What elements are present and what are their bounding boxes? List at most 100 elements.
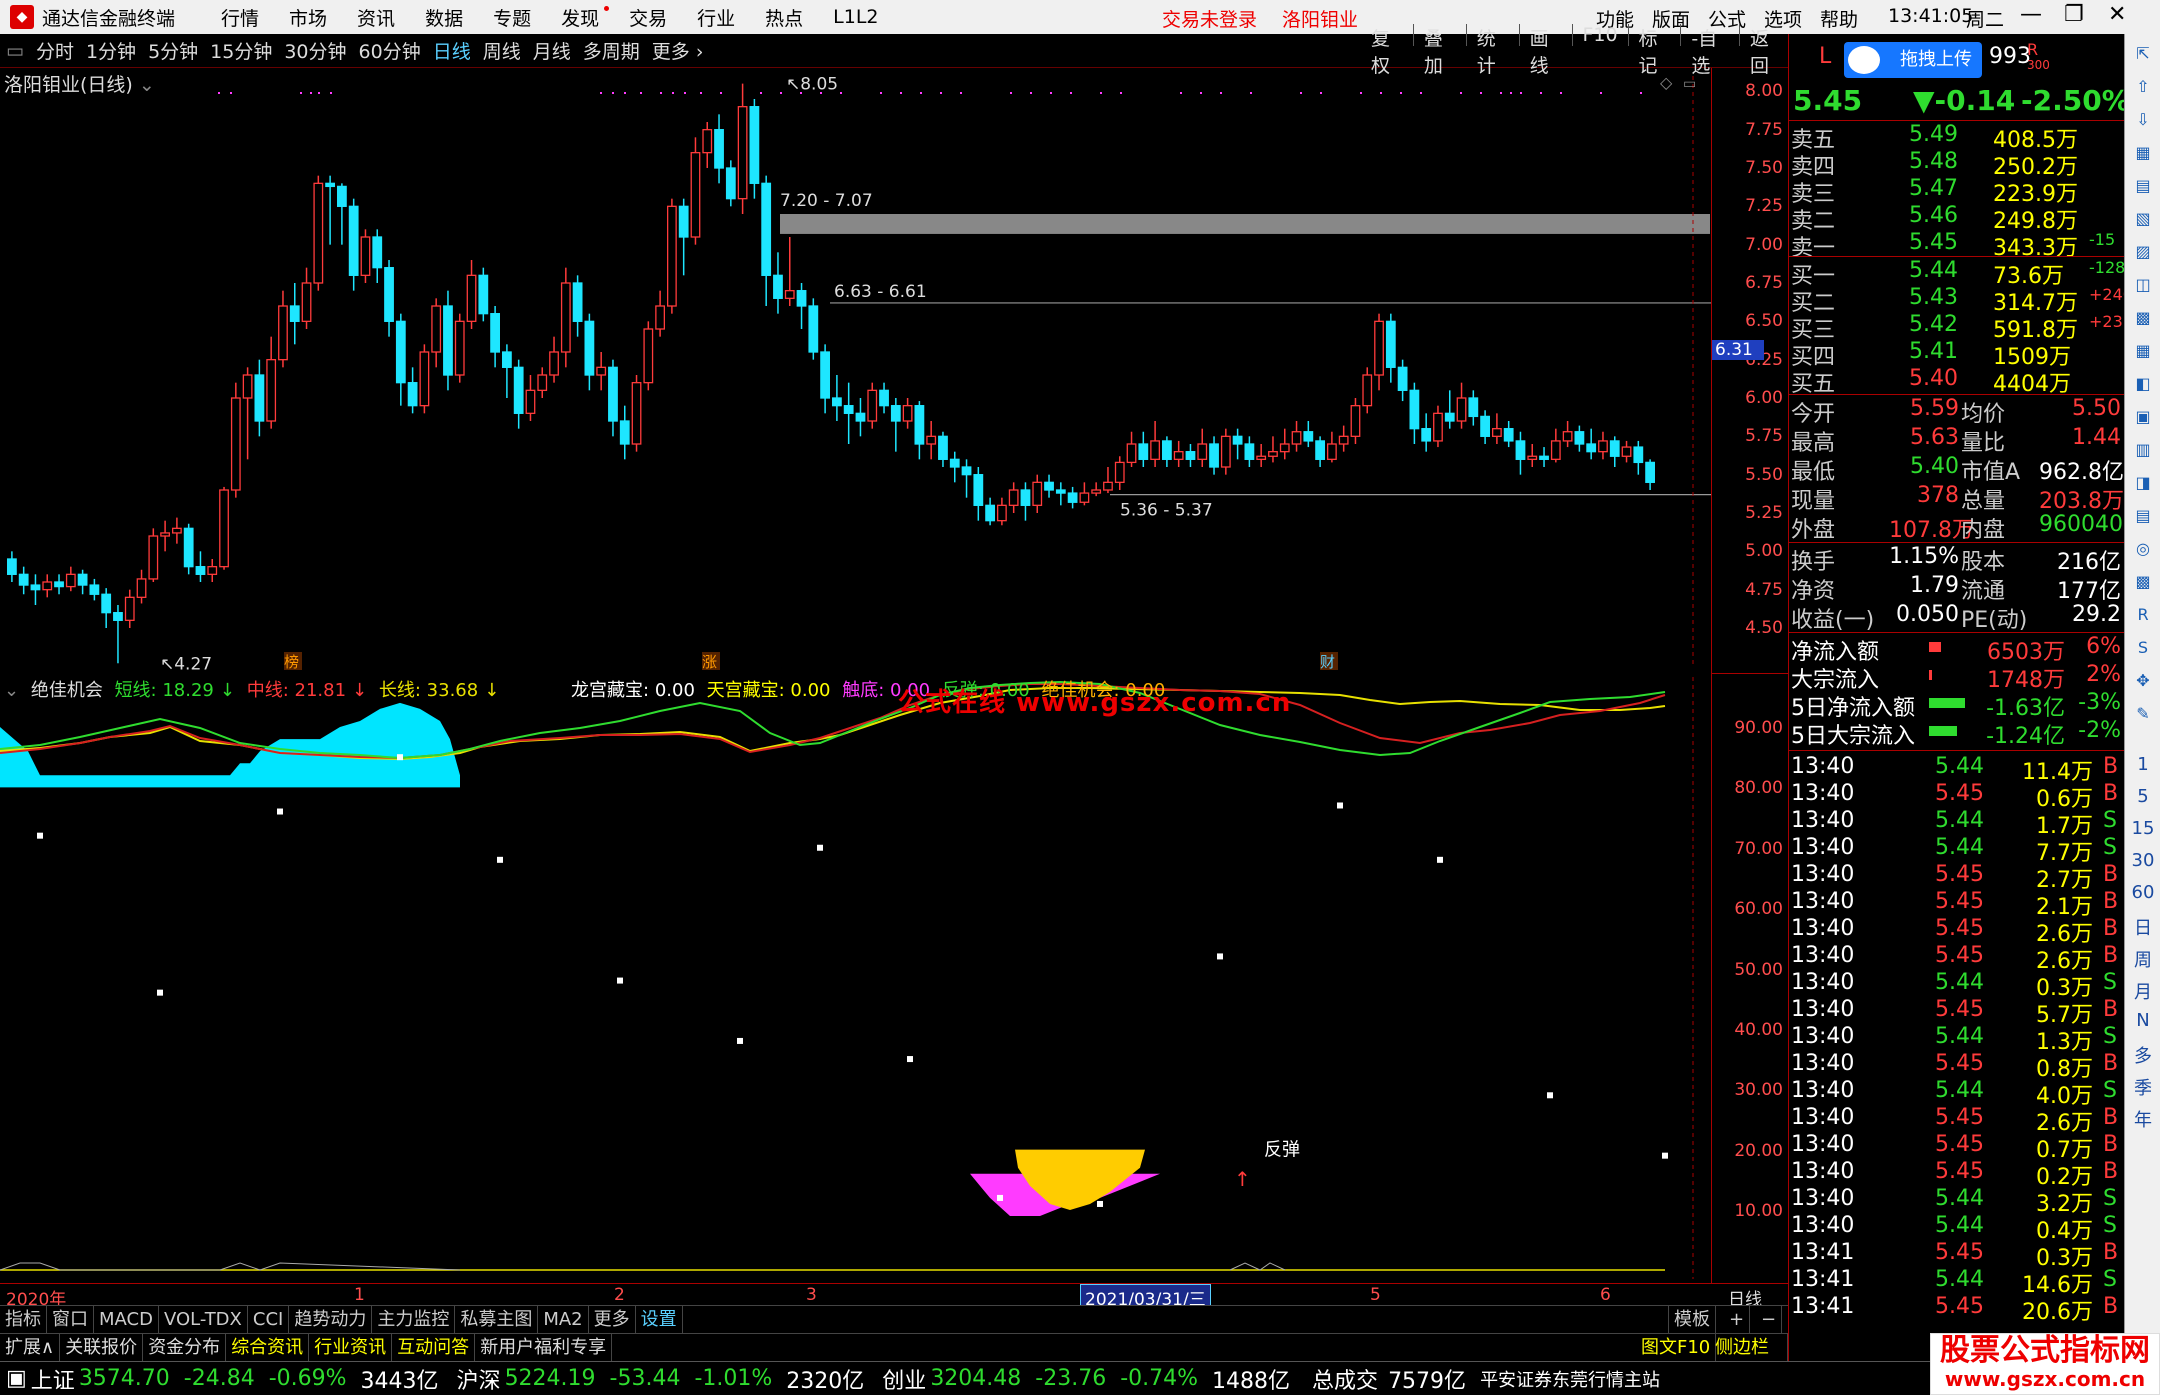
kline-chart[interactable]: 7.20 - 7.07 6.63 - 6.61 5.36 - 5.37 ↖8.05 ↖4… (0, 68, 1711, 673)
tool-icon[interactable]: ⇩ (2131, 108, 2155, 132)
period-weekly[interactable]: 周线 (483, 37, 521, 64)
info-tab[interactable]: 关联报价 (60, 1333, 144, 1362)
tool-icon[interactable]: R (2131, 603, 2155, 627)
info-tab[interactable]: 互动问答 (392, 1333, 476, 1362)
period-shortcut[interactable]: 周 (2125, 946, 2160, 972)
period-shortcut[interactable]: 多 (2125, 1042, 2160, 1068)
bottom-tab[interactable]: 私募主图 (455, 1305, 539, 1334)
candle-body (7, 558, 17, 575)
tool-icon[interactable]: ▥ (2131, 438, 2155, 462)
add-icon[interactable]: + (1724, 1305, 1751, 1334)
tool-icon[interactable]: S (2131, 636, 2155, 660)
buy-level-cell: +23 (2089, 312, 2123, 331)
bottom-tab[interactable]: CCI (248, 1305, 290, 1334)
tool-icon[interactable]: ▣ (2131, 405, 2155, 429)
maximize-icon[interactable]: ❐ (2064, 2, 2084, 27)
period-shortcut[interactable]: 60 (2125, 882, 2160, 903)
tool-icon[interactable]: ⇧ (2131, 75, 2155, 99)
tool-icon[interactable]: ▤ (2131, 174, 2155, 198)
tool-icon[interactable]: ▧ (2131, 207, 2155, 231)
period-shortcut[interactable]: 1 (2125, 754, 2160, 775)
period-fenshi[interactable]: 分时 (36, 37, 74, 64)
bottom-tab[interactable]: 指标 (0, 1305, 47, 1334)
period-shortcut[interactable]: 月 (2125, 978, 2160, 1004)
period-shortcut[interactable]: 5 (2125, 786, 2160, 807)
tool-icon[interactable]: ▩ (2131, 306, 2155, 330)
chevron-down-icon[interactable]: ⌄ (139, 74, 155, 96)
menu-item-help[interactable]: 帮助 (1820, 5, 1858, 32)
period-30min[interactable]: 30分钟 (284, 37, 346, 64)
info-tab[interactable]: 扩展∧ (0, 1333, 61, 1362)
info-tab[interactable]: 新用户福利专享 (475, 1333, 613, 1362)
price-tick: 7.50 (1745, 158, 1783, 178)
login-status[interactable]: 交易未登录 (1162, 5, 1257, 32)
period-shortcut[interactable]: 30 (2125, 850, 2160, 871)
tool-icon[interactable]: ✎ (2131, 702, 2155, 726)
price-tick: 6.00 (1745, 388, 1783, 408)
upload-button[interactable]: 拖拽上传 (1844, 42, 1982, 78)
period-shortcut[interactable]: 日 (2125, 914, 2160, 940)
bottom-tab[interactable]: 窗口 (47, 1305, 94, 1334)
candle-body (443, 305, 453, 376)
bottom-tab[interactable]: 设置 (636, 1305, 683, 1334)
bottom-tab[interactable]: MA2 (538, 1305, 589, 1334)
menu-item-l1l2[interactable]: L1L2 (833, 6, 878, 28)
tool-icon[interactable]: ▤ (2131, 504, 2155, 528)
candle-body (501, 351, 512, 368)
indicator-menu-icon[interactable]: ⌄ (4, 680, 19, 701)
period-60min[interactable]: 60分钟 (359, 37, 421, 64)
menu-item-hangqing[interactable]: 行情 (221, 4, 259, 31)
indicator-name[interactable]: 绝佳机会 (31, 680, 103, 701)
info-tab[interactable]: 综合资讯 (226, 1333, 310, 1362)
tool-icon[interactable]: ◧ (2131, 372, 2155, 396)
tool-icon[interactable]: ▩ (2131, 570, 2155, 594)
f10-tab[interactable]: 图文F10 (1636, 1333, 1717, 1362)
period-more[interactable]: 更多 › (652, 37, 704, 64)
tool-icon[interactable]: ✥ (2131, 669, 2155, 693)
menu-item-topic[interactable]: 专题 (493, 4, 531, 31)
period-15min[interactable]: 15分钟 (210, 37, 272, 64)
menu-item-trade[interactable]: 交易 (629, 4, 667, 31)
indicator-long-value: 长线: 33.68 (378, 680, 479, 701)
period-1min[interactable]: 1分钟 (86, 37, 136, 64)
tool-icon[interactable]: ▨ (2131, 240, 2155, 264)
period-shortcut[interactable]: 15 (2125, 818, 2160, 839)
period-multi[interactable]: 多周期 (583, 37, 640, 64)
tool-icon[interactable]: ▦ (2131, 141, 2155, 165)
period-shortcut[interactable]: 年 (2125, 1106, 2160, 1132)
bottom-tab[interactable]: 趋势动力 (289, 1305, 373, 1334)
menu-item-data[interactable]: 数据 (425, 4, 463, 31)
menu-item-hot[interactable]: 热点 (765, 4, 803, 31)
remove-icon[interactable]: − (1756, 1305, 1783, 1334)
toolbar-box-icon[interactable]: ▭ (6, 40, 24, 62)
bottom-tab[interactable]: MACD (94, 1305, 159, 1334)
menu-item-info[interactable]: 资讯 (357, 4, 395, 31)
bottom-tab[interactable]: VOL-TDX (159, 1305, 248, 1334)
period-monthly[interactable]: 月线 (533, 37, 571, 64)
close-icon[interactable]: ✕ (2108, 2, 2126, 27)
tool-icon[interactable]: ◨ (2131, 471, 2155, 495)
sidebar-toggle[interactable]: 侧边栏《 (1710, 1333, 1788, 1386)
template-tab[interactable]: 模板 (1668, 1305, 1716, 1334)
period-5min[interactable]: 5分钟 (148, 37, 198, 64)
indicator-chart[interactable]: 反弹 ↑ (0, 673, 1711, 1283)
x-label: 1 (354, 1285, 365, 1305)
menu-item-market[interactable]: 市场 (289, 4, 327, 31)
tool-icon[interactable]: ◎ (2131, 537, 2155, 561)
info-tab[interactable]: 行业资讯 (309, 1333, 393, 1362)
tool-icon[interactable]: ⇱ (2131, 42, 2155, 66)
period-daily[interactable]: 日线 (433, 37, 471, 64)
indicator-short: 短线: 18.29 ↓ (114, 680, 235, 701)
period-shortcut[interactable]: N (2125, 1010, 2160, 1031)
bottom-tab[interactable]: 主力监控 (372, 1305, 456, 1334)
menu-item-industry[interactable]: 行业 (697, 4, 735, 31)
info-tab[interactable]: 资金分布 (143, 1333, 227, 1362)
tool-icon[interactable]: ▦ (2131, 339, 2155, 363)
candle-body (997, 504, 1007, 522)
tool-icon[interactable]: ◫ (2131, 273, 2155, 297)
minimize-icon[interactable]: — (2020, 2, 2042, 27)
bottom-tab[interactable]: 更多 (589, 1305, 636, 1334)
current-price-tag: 6.31 (1712, 340, 1764, 361)
period-shortcut[interactable]: 季 (2125, 1074, 2160, 1100)
menu-item-discover[interactable]: 发现 (561, 4, 610, 31)
